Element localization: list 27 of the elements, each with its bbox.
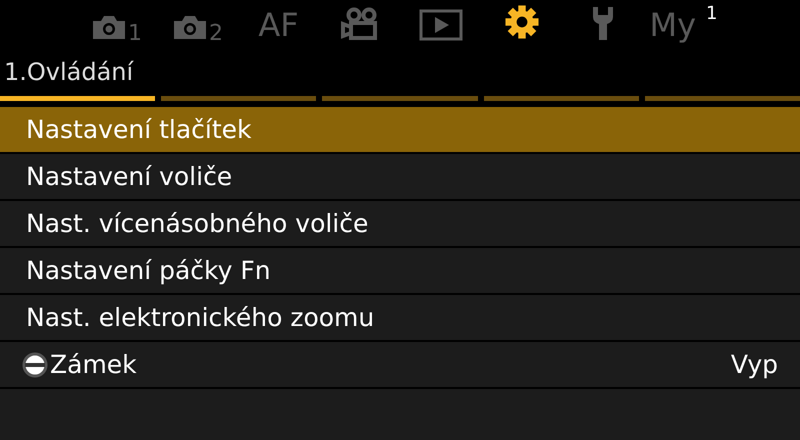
- menu-tab[interactable]: My 1: [643, 1, 724, 45]
- wrench-icon: [592, 7, 612, 40]
- playback-icon: [419, 10, 462, 40]
- tab-label: My: [650, 9, 696, 41]
- item-value: Vyp: [730, 350, 778, 379]
- menu-item[interactable]: Zámek Vyp: [0, 342, 800, 387]
- item-label: Nast. elektronického zoomu: [26, 303, 376, 332]
- menu-item[interactable]: Nastavení tlačítek: [0, 107, 800, 152]
- menu-item[interactable]: Nastavení voliče: [0, 154, 800, 199]
- menu-item[interactable]: Nast. vícenásobného voliče: [0, 201, 800, 246]
- gear-icon: [504, 5, 538, 39]
- lock-dial-icon: [22, 352, 48, 377]
- tab-number: 2: [209, 23, 223, 45]
- menu-item[interactable]: Nastavení páčky Fn: [0, 248, 800, 293]
- movie-camera-icon: [340, 8, 376, 40]
- camera-icon: [174, 16, 206, 39]
- item-label: Nastavení voliče: [26, 162, 234, 191]
- item-label: Zámek: [50, 350, 138, 379]
- item-label: Nastavení páčky Fn: [26, 256, 272, 285]
- tab-label: AF: [258, 9, 299, 41]
- page-title: 1.Ovládání: [3, 57, 134, 86]
- menu-item[interactable]: Nast. elektronického zoomu: [0, 295, 800, 340]
- tab-number: 1: [706, 3, 718, 24]
- camera-icon: [93, 16, 125, 39]
- item-label: Nast. vícenásobného voliče: [26, 209, 370, 238]
- tab-number: 1: [128, 23, 142, 45]
- item-label: Nastavení tlačítek: [26, 115, 253, 144]
